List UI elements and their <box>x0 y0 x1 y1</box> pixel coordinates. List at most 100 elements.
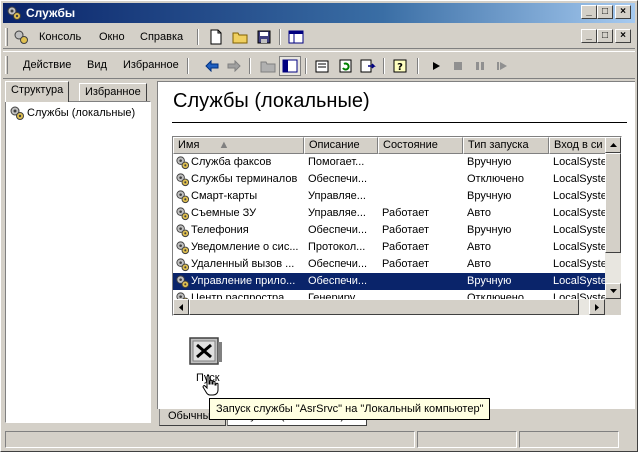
services-list: Имя ▲ Описание Состояние Тип запуска Вхо… <box>172 136 622 316</box>
maximize-button[interactable]: □ <box>597 5 613 19</box>
pause-icon <box>476 62 484 70</box>
forward-button[interactable] <box>223 56 245 76</box>
tab-favorites[interactable]: Избранное <box>79 83 147 102</box>
refresh-button[interactable] <box>335 56 357 76</box>
page-title: Службы (локальные) <box>173 90 370 112</box>
table-row[interactable]: Съемные ЗУ Управляе... Работает Авто LocalSy… <box>173 205 607 222</box>
status-panel-3 <box>519 431 619 448</box>
column-header-logon[interactable]: Вход в си <box>549 137 609 154</box>
new-window-icon <box>288 30 304 44</box>
status-panel-main <box>5 431 415 448</box>
menu-favorites[interactable]: Избранное <box>123 59 179 71</box>
start-service-button[interactable] <box>425 56 447 76</box>
title-divider <box>172 122 627 123</box>
arrow-left-icon <box>205 60 219 72</box>
table-cell-name: Управление прило... <box>191 275 296 287</box>
scroll-left-button[interactable] <box>173 299 189 315</box>
folder-up-icon <box>260 61 276 73</box>
table-row[interactable]: Удаленный вызов ... Обеспечи... Работает Ав… <box>173 256 607 273</box>
show-hide-tree-button[interactable] <box>279 56 301 76</box>
new-document-button[interactable] <box>205 27 227 47</box>
properties-icon <box>315 60 329 73</box>
arrow-down-icon <box>609 289 617 293</box>
export-list-button[interactable] <box>357 56 379 76</box>
menu-view[interactable]: Вид <box>87 59 107 71</box>
table-cell-logon: LocalSyste <box>553 190 607 202</box>
column-header-description[interactable]: Описание <box>304 137 378 154</box>
table-row[interactable]: Телефония Обеспечи... Работает Вручную Local… <box>173 222 607 239</box>
table-row[interactable]: Управление прило... Обеспечи... Вручную Loc… <box>173 273 607 290</box>
pause-service-button[interactable] <box>469 56 491 76</box>
open-button[interactable] <box>229 27 251 47</box>
table-cell-state: Работает <box>382 258 430 270</box>
new-document-icon <box>210 29 222 45</box>
tree-item-services-local[interactable]: Службы (локальные) <box>9 105 135 121</box>
mdi-close-button[interactable]: × <box>615 29 631 43</box>
table-cell-name: Телефония <box>191 224 249 236</box>
table-row[interactable]: Уведомление о сис... Протокол... Работает А… <box>173 239 607 256</box>
tab-structure[interactable]: Структура <box>5 81 70 102</box>
scroll-right-button[interactable] <box>589 299 605 315</box>
menu-window[interactable]: Окно <box>99 31 125 43</box>
mdi-restore-button[interactable]: □ <box>597 29 613 43</box>
help-icon: ? <box>393 59 407 73</box>
minimize-button[interactable]: _ <box>581 5 597 19</box>
restart-service-button[interactable] <box>491 56 513 76</box>
table-cell-name: Служба факсов <box>191 156 272 168</box>
table-cell-logon: LocalSyste <box>553 241 607 253</box>
column-header-startup-type[interactable]: Тип запуска <box>463 137 549 154</box>
service-gear-icon <box>176 258 190 272</box>
table-cell-description: Обеспечи... <box>308 224 368 236</box>
scroll-down-button[interactable] <box>605 283 621 299</box>
table-row[interactable]: Службы терминалов Обеспечи... Отключено Loc… <box>173 171 607 188</box>
stop-service-button[interactable] <box>447 56 469 76</box>
console-tree: Службы (локальные) <box>5 101 151 423</box>
table-cell-logon: LocalSyste <box>553 207 607 219</box>
table-cell-name: Съемные ЗУ <box>191 207 257 219</box>
hand-pointer-icon <box>202 374 219 396</box>
mdi-minimize-button[interactable]: _ <box>581 29 597 43</box>
table-cell-startup: Вручную <box>467 190 512 202</box>
details-pane: Службы (локальные) Имя ▲ Описание Состоя… <box>157 81 635 409</box>
help-button[interactable]: ? <box>389 56 411 76</box>
service-gear-icon <box>176 241 190 255</box>
column-header-name[interactable]: Имя ▲ <box>173 137 304 154</box>
vertical-scrollbar[interactable] <box>605 137 621 299</box>
up-level-button[interactable] <box>257 56 279 76</box>
table-cell-logon: LocalSyste <box>553 156 607 168</box>
table-cell-name: Уведомление о сис... <box>191 241 299 253</box>
horizontal-scrollbar[interactable] <box>173 299 605 315</box>
vertical-scroll-thumb[interactable] <box>605 153 621 253</box>
table-row[interactable]: Смарт-карты Управляе... Вручную LocalSyste <box>173 188 607 205</box>
new-window-button[interactable] <box>285 27 307 47</box>
toolbar-grip[interactable] <box>5 28 8 46</box>
table-cell-logon: LocalSyste <box>553 258 607 270</box>
save-button[interactable] <box>253 27 275 47</box>
service-gear-icon <box>176 224 190 238</box>
scroll-up-button[interactable] <box>605 137 621 153</box>
table-cell-description: Обеспечи... <box>308 258 368 270</box>
table-cell-startup: Авто <box>467 241 491 253</box>
close-button[interactable]: × <box>615 5 631 19</box>
table-cell-description: Обеспечи... <box>308 173 368 185</box>
toolbar-separator <box>417 58 419 74</box>
table-cell-description: Обеспечи... <box>308 275 368 287</box>
start-service-task-icon[interactable] <box>186 332 226 372</box>
scrollbar-corner <box>605 299 621 315</box>
column-header-state[interactable]: Состояние <box>378 137 463 154</box>
table-cell-name: Удаленный вызов ... <box>191 258 295 270</box>
table-row[interactable]: Служба факсов Помогает... Вручную LocalSyst… <box>173 154 607 171</box>
horizontal-scroll-thumb[interactable] <box>189 299 579 315</box>
table-cell-description: Протокол... <box>308 241 366 253</box>
menu-bar: Консоль Окно Справка _ □ × <box>3 25 635 49</box>
back-button[interactable] <box>201 56 223 76</box>
menu-help[interactable]: Справка <box>140 31 183 43</box>
toolbar-grip[interactable] <box>5 56 8 74</box>
menu-action[interactable]: Действие <box>23 59 71 71</box>
menu-console[interactable]: Консоль <box>39 31 81 43</box>
properties-button[interactable] <box>311 56 333 76</box>
console-tree-pane: Структура Избранное Службы (локальные) <box>3 81 152 425</box>
title-bar[interactable]: Службы _ □ × <box>3 3 635 23</box>
tree-pane-icon <box>282 59 298 73</box>
arrow-right-small-icon <box>595 303 599 311</box>
